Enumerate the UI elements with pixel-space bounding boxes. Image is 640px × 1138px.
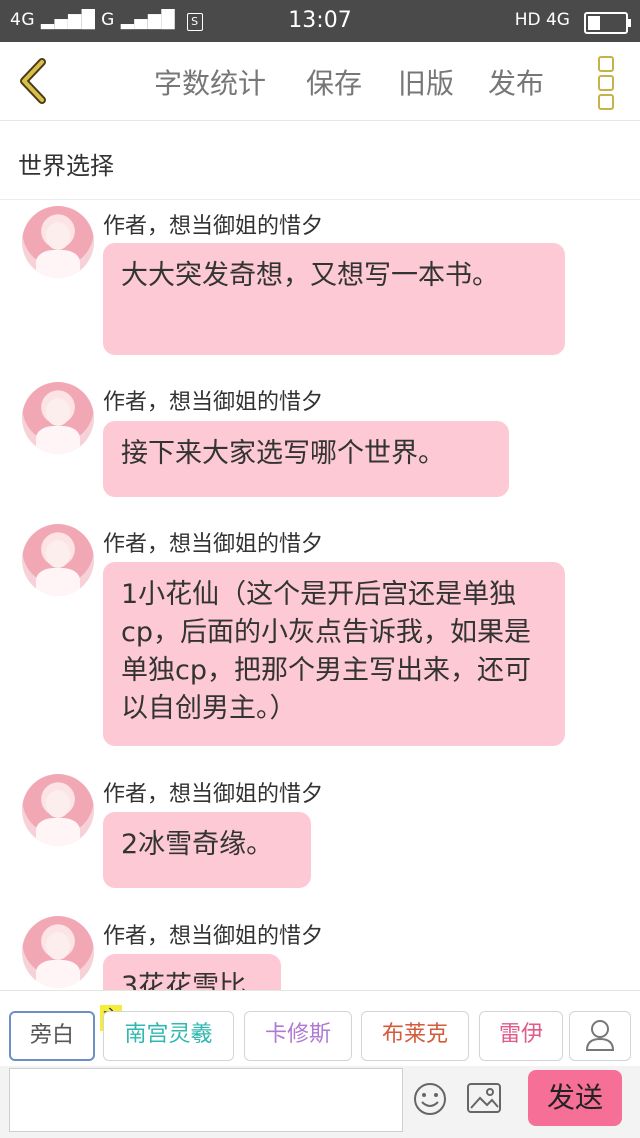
battery-icon [584,12,631,34]
chapter-title: 世界选择 [18,152,114,180]
role-kaxiusi-button[interactable]: 卡修斯 [244,1011,352,1061]
author-name: 作者，想当御姐的惜夕 [103,214,324,239]
add-role-button[interactable] [569,1011,631,1061]
back-button[interactable] [14,58,54,104]
user-icon [585,1020,615,1051]
avatar[interactable] [22,382,94,454]
message-bubble[interactable]: 接下来大家选写哪个世界。 [103,421,509,497]
message-bubble[interactable]: 2冰雪奇缘。 [103,812,311,888]
input-bar: 发送 [0,1066,640,1138]
message-list[interactable]: 作者，想当御姐的惜夕 大大突发奇想，又想写一本书。 作者，想当御姐的惜夕 接下来… [0,200,640,990]
author-name: 作者，想当御姐的惜夕 [103,390,324,415]
role-leiyi-button[interactable]: 雷伊 [479,1011,563,1061]
top-nav: 字数统计 保存 旧版 发布 [0,42,640,121]
save-button[interactable]: 保存 [306,62,362,102]
publish-button[interactable]: 发布 [488,62,544,102]
word-count-button[interactable]: 字数统计 [154,62,266,102]
chevron-left-icon [20,58,46,104]
image-icon [467,1083,501,1113]
avatar[interactable] [22,916,94,988]
role-narrator-button[interactable]: 旁白 [9,1011,95,1061]
menu-dot [598,56,614,72]
status-bar: 4G ▂▄▆█ G ▂▄▆█ S 13:07 HD 4G [0,0,640,42]
message-bubble[interactable]: 3花花雪比 [103,954,281,990]
author-name: 作者，想当御姐的惜夕 [103,782,324,807]
menu-dot [598,94,614,110]
emoji-icon [414,1083,446,1115]
menu-dot [598,75,614,91]
send-button[interactable]: 发送 [528,1070,622,1126]
role-selector-bar: 旁白 主 南宫灵羲 卡修斯 布莱克 雷伊 [0,990,640,1067]
network-indicator-right: HD 4G [514,10,570,30]
emoji-button[interactable] [413,1082,447,1116]
message-bubble[interactable]: 大大突发奇想，又想写一本书。 [103,243,565,355]
role-nangong-button[interactable]: 南宫灵羲 [103,1011,234,1061]
chapter-title-bar[interactable]: 世界选择 [0,121,640,200]
author-name: 作者，想当御姐的惜夕 [103,532,324,557]
avatar[interactable] [22,206,94,278]
author-name: 作者，想当御姐的惜夕 [103,924,324,949]
image-button[interactable] [466,1082,502,1114]
message-input[interactable] [9,1068,403,1132]
old-version-button[interactable]: 旧版 [398,62,454,102]
avatar[interactable] [22,774,94,846]
more-menu-button[interactable] [598,56,618,110]
avatar[interactable] [22,524,94,596]
message-bubble[interactable]: 1小花仙（这个是开后宫还是单独cp，后面的小灰点告诉我，如果是单独cp，把那个男… [103,562,565,746]
role-bulaike-button[interactable]: 布莱克 [361,1011,469,1061]
